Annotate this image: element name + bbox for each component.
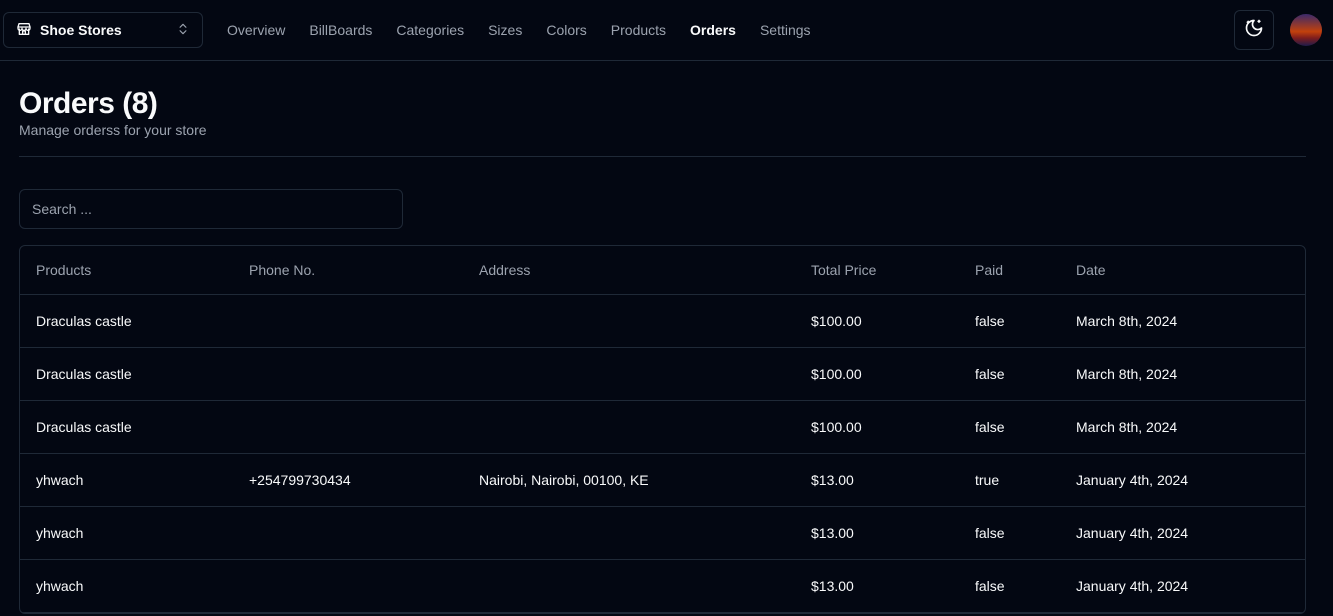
cell-products: Draculas castle	[20, 347, 233, 401]
orders-table: Products Phone No. Address Total Price P…	[19, 245, 1306, 614]
cell-paid: false	[959, 347, 1060, 401]
table-row[interactable]: Draculas castle $100.00 false March 8th,…	[20, 294, 1305, 348]
store-name: Shoe Stores	[40, 22, 122, 38]
table-row[interactable]: Draculas castle $100.00 false March 8th,…	[20, 400, 1305, 454]
navbar: Shoe Stores Overview BillBoards Categori…	[0, 0, 1333, 61]
chevrons-up-down-icon	[176, 22, 190, 39]
nav-link-overview[interactable]: Overview	[227, 22, 285, 38]
column-header-date: Date	[1060, 246, 1305, 295]
cell-total-price: $100.00	[795, 347, 959, 401]
cell-paid: false	[959, 506, 1060, 560]
cell-total-price: $13.00	[795, 453, 959, 507]
table-header-row: Products Phone No. Address Total Price P…	[20, 246, 1305, 295]
cell-phone: +254799730434	[233, 453, 463, 507]
cell-total-price: $100.00	[795, 400, 959, 454]
page-description: Manage orderss for your store	[19, 122, 207, 138]
search-input[interactable]	[19, 189, 403, 229]
cell-date: January 4th, 2024	[1060, 506, 1305, 560]
table-row[interactable]: yhwach $13.00 false January 4th, 2024	[20, 559, 1305, 613]
nav-link-colors[interactable]: Colors	[546, 22, 586, 38]
cell-phone	[233, 506, 463, 560]
cell-date: January 4th, 2024	[1060, 453, 1305, 507]
main-nav: Overview BillBoards Categories Sizes Col…	[227, 22, 811, 38]
navbar-actions	[1234, 10, 1322, 50]
moon-icon	[1244, 18, 1264, 43]
store-icon	[16, 21, 32, 40]
cell-phone	[233, 400, 463, 454]
cell-address	[463, 347, 795, 401]
cell-paid: false	[959, 294, 1060, 348]
cell-products: Draculas castle	[20, 400, 233, 454]
nav-link-categories[interactable]: Categories	[396, 22, 464, 38]
cell-address	[463, 506, 795, 560]
table-row[interactable]: yhwach +254799730434 Nairobi, Nairobi, 0…	[20, 453, 1305, 507]
cell-total-price: $100.00	[795, 294, 959, 348]
cell-phone	[233, 347, 463, 401]
cell-phone	[233, 294, 463, 348]
cell-total-price: $13.00	[795, 506, 959, 560]
cell-date: March 8th, 2024	[1060, 294, 1305, 348]
cell-products: yhwach	[20, 559, 233, 613]
cell-date: March 8th, 2024	[1060, 400, 1305, 454]
cell-products: yhwach	[20, 453, 233, 507]
column-header-products: Products	[20, 246, 233, 295]
cell-phone	[233, 559, 463, 613]
nav-link-orders[interactable]: Orders	[690, 22, 736, 38]
cell-address: Nairobi, Nairobi, 00100, KE	[463, 453, 795, 507]
cell-address	[463, 294, 795, 348]
column-header-address: Address	[463, 246, 795, 295]
cell-paid: false	[959, 400, 1060, 454]
nav-link-sizes[interactable]: Sizes	[488, 22, 522, 38]
user-avatar[interactable]	[1290, 14, 1322, 46]
nav-link-billboards[interactable]: BillBoards	[309, 22, 372, 38]
cell-products: Draculas castle	[20, 294, 233, 348]
cell-date: January 4th, 2024	[1060, 559, 1305, 613]
cell-paid: true	[959, 453, 1060, 507]
nav-link-settings[interactable]: Settings	[760, 22, 811, 38]
column-header-phone: Phone No.	[233, 246, 463, 295]
theme-toggle-button[interactable]	[1234, 10, 1274, 50]
cell-address	[463, 559, 795, 613]
store-switcher[interactable]: Shoe Stores	[3, 12, 203, 48]
column-header-total-price: Total Price	[795, 246, 959, 295]
divider	[19, 156, 1306, 157]
orders-page: Orders (8) Manage orderss for your store…	[0, 61, 1333, 614]
cell-address	[463, 400, 795, 454]
cell-paid: false	[959, 559, 1060, 613]
table-row[interactable]: yhwach $13.00 false January 4th, 2024	[20, 506, 1305, 560]
cell-date: March 8th, 2024	[1060, 347, 1305, 401]
page-title: Orders (8)	[19, 87, 158, 120]
cell-products: yhwach	[20, 506, 233, 560]
nav-link-products[interactable]: Products	[611, 22, 666, 38]
column-header-paid: Paid	[959, 246, 1060, 295]
table-row[interactable]: Draculas castle $100.00 false March 8th,…	[20, 347, 1305, 401]
cell-total-price: $13.00	[795, 559, 959, 613]
